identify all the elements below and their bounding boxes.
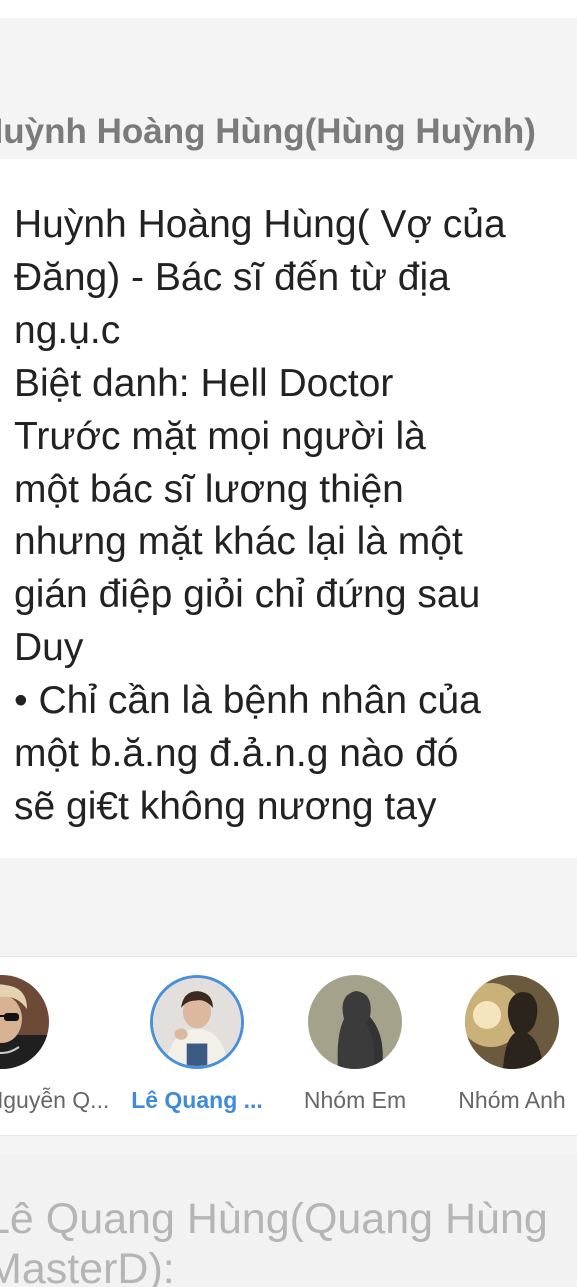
description-line: Đăng) - Bác sĩ đến từ địa [14, 255, 450, 299]
description-line: gián điệp giỏi chỉ đứng sau [14, 573, 481, 617]
description-line: ng.ụ.c [14, 308, 121, 352]
description-line: nhưng mặt khác lại là một [14, 520, 463, 564]
character-description: Huỳnh Hoàng Hùng( Vợ của Đăng) - Bác sĩ … [14, 199, 574, 834]
silhouette-woman-icon [308, 975, 402, 1069]
section-header: Huỳnh Hoàng Hùng(Hùng Huỳnh) [0, 18, 577, 159]
next-section-line: Lê Quang Hùng(Quang Hùng [0, 1195, 548, 1243]
next-character-title: Lê Quang Hùng(Quang Hùng MasterD): [0, 1194, 577, 1287]
character-avatar-strip[interactable]: Nguyễn Q... Lê Quang ... Nhóm Em [0, 956, 577, 1136]
description-line: một b.ă.ng đ.ả.n.g nào đó [14, 732, 459, 776]
next-character-section: Lê Quang Hùng(Quang Hùng MasterD): [0, 1154, 577, 1287]
character-avatar-item[interactable]: Nhóm Anh [437, 957, 577, 1135]
description-line: Duy [14, 626, 84, 670]
character-avatar-item-selected[interactable]: Lê Quang ... [122, 957, 272, 1135]
character-description-card: Huỳnh Hoàng Hùng( Vợ của Đăng) - Bác sĩ … [0, 159, 577, 858]
section-spacer [0, 858, 577, 956]
description-line: một bác sĩ lương thiện [14, 467, 404, 511]
description-line: sẽ gi€t không nương tay [14, 784, 437, 828]
character-name: Nhóm Em [303, 1087, 407, 1113]
description-line: Trước mặt mọi người là [14, 414, 426, 458]
avatar-photo-man-white-jacket-icon [150, 975, 244, 1069]
avatar-photo-man-sunglasses-icon [0, 975, 49, 1069]
description-line: • Chỉ cần là bệnh nhân của [14, 679, 481, 723]
section-title: Huỳnh Hoàng Hùng(Hùng Huỳnh) [0, 112, 536, 151]
silhouette-man-icon [465, 975, 559, 1069]
description-line: Biệt danh: Hell Doctor [14, 361, 394, 405]
character-avatar-item[interactable]: Nguyễn Q... [0, 957, 123, 1135]
character-avatar-item[interactable]: Nhóm Em [280, 957, 430, 1135]
next-section-line: MasterD): [0, 1245, 175, 1287]
description-line: Huỳnh Hoàng Hùng( Vợ của [14, 203, 506, 246]
character-name: Nguyễn Q... [0, 1087, 110, 1113]
top-strip [0, 0, 577, 18]
character-name-selected: Lê Quang ... [131, 1087, 263, 1113]
character-name: Nhóm Anh [458, 1087, 566, 1113]
